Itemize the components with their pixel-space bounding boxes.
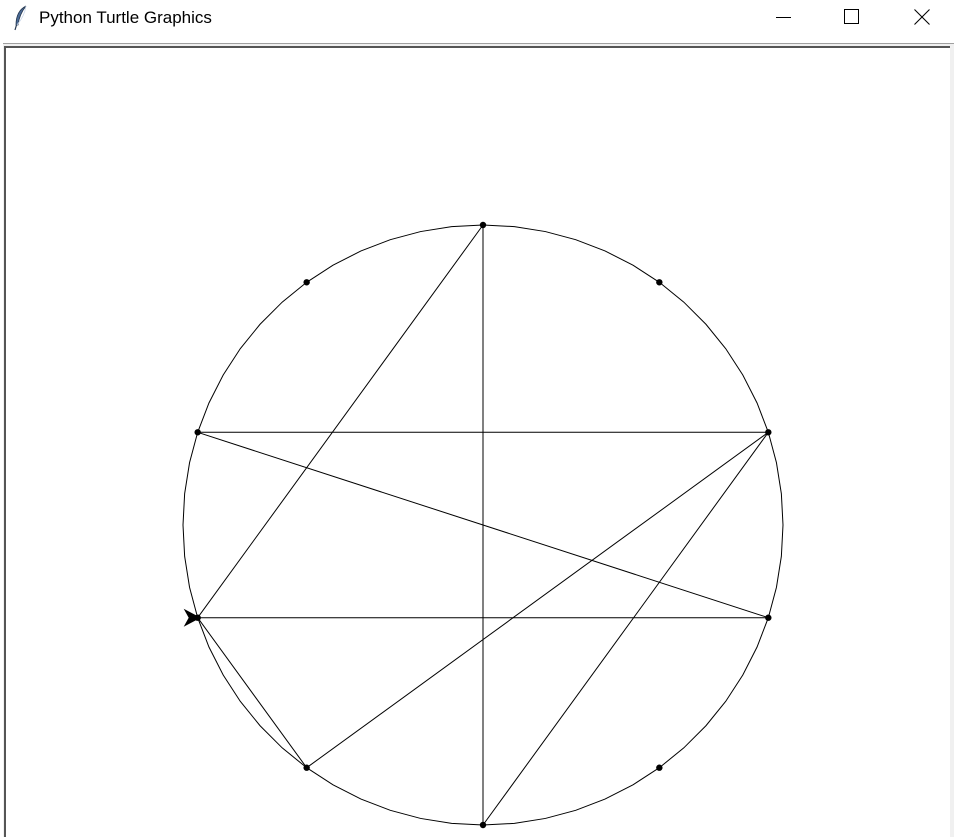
- vertex-dot: [656, 279, 663, 286]
- turtle-drawing: [182, 221, 784, 829]
- chord-line: [197, 617, 308, 768]
- turtle-window: Python Turtle Graphics: [0, 0, 957, 837]
- vertex-dot: [303, 279, 310, 286]
- vertex-dot: [479, 821, 487, 829]
- chord-line: [306, 431, 769, 769]
- vertex-dot: [303, 764, 310, 771]
- chord-line: [482, 432, 769, 826]
- turtle-arrow-icon: [183, 608, 201, 627]
- vertex-dot: [479, 221, 487, 229]
- vertex-dot: [765, 614, 772, 621]
- vertex-dot: [194, 429, 201, 436]
- vertex-dot: [765, 429, 772, 436]
- vertex-dot: [656, 764, 663, 771]
- chord-line: [197, 224, 484, 618]
